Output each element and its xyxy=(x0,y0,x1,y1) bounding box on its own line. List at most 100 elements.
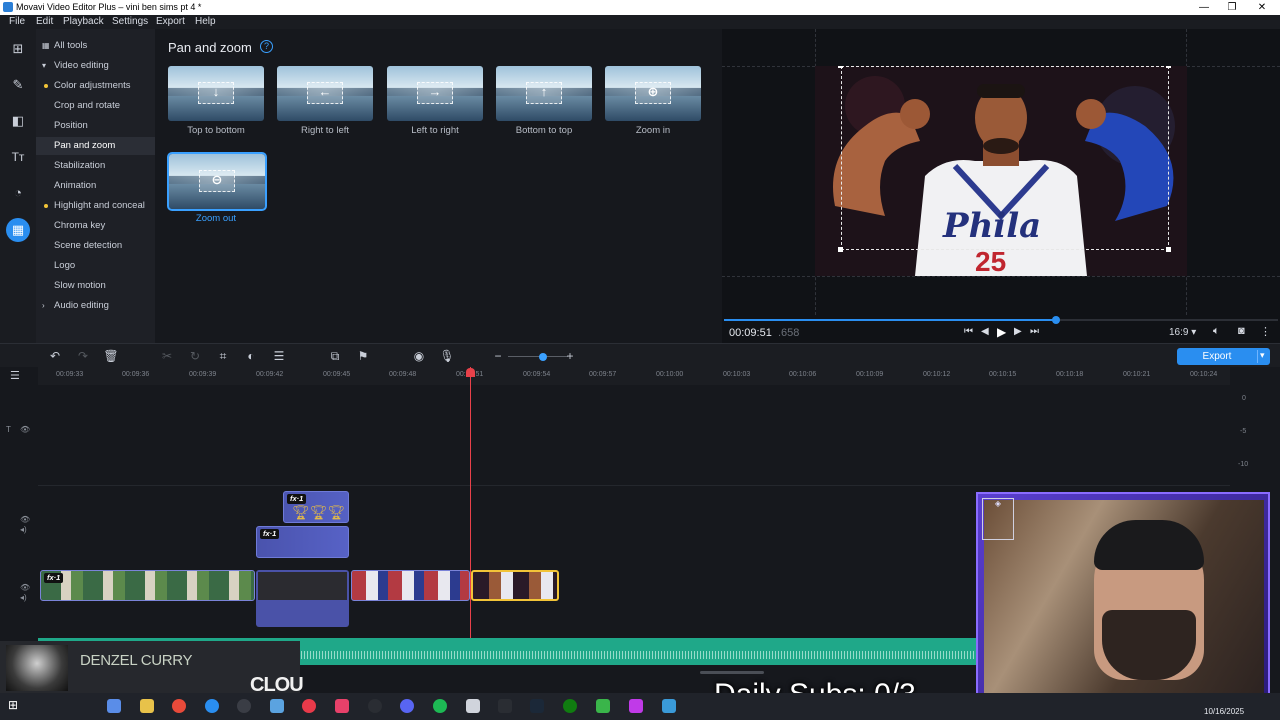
tool-scene-detection[interactable]: Scene detection xyxy=(36,237,155,255)
preset-left-to-right[interactable]: → xyxy=(387,66,483,121)
eye-icon[interactable]: 👁︎ xyxy=(20,515,30,524)
seek-handle[interactable] xyxy=(1052,316,1060,324)
tool-position[interactable]: Position xyxy=(36,117,155,135)
preset-right-to-left[interactable]: ← xyxy=(277,66,373,121)
chevron-down-icon[interactable]: ▾ xyxy=(1260,350,1265,361)
record-app-icon[interactable] xyxy=(302,699,316,713)
preset-top-to-bottom[interactable]: ↓ xyxy=(168,66,264,121)
app-icon[interactable] xyxy=(629,699,643,713)
help-icon[interactable]: ? xyxy=(260,40,273,53)
titles-icon[interactable]: Tт xyxy=(6,145,30,169)
preset-zoom-in[interactable]: ⊕ xyxy=(605,66,701,121)
color-icon[interactable]: ◐ xyxy=(243,349,259,363)
stickers-icon[interactable]: ◔ xyxy=(6,181,30,205)
step-forward-icon[interactable]: ▶ xyxy=(1014,326,1022,337)
add-track-icon[interactable]: ☰ xyxy=(10,369,20,382)
media-icon[interactable] xyxy=(237,699,251,713)
cut-icon[interactable]: ✂ xyxy=(159,349,175,363)
app-icon[interactable] xyxy=(596,699,610,713)
file-explorer-icon[interactable] xyxy=(140,699,154,713)
store-icon[interactable] xyxy=(466,699,480,713)
tool-chroma-key[interactable]: Chroma key xyxy=(36,217,155,235)
tool-crop-rotate[interactable]: Crop and rotate xyxy=(36,97,155,115)
tool-slow-motion[interactable]: Slow motion xyxy=(36,277,155,295)
preset-zoom-out[interactable]: ⊖ xyxy=(167,152,267,211)
tool-group-video-editing[interactable]: ▾ Video editing xyxy=(36,57,155,75)
crop-handle[interactable] xyxy=(1166,66,1171,68)
zoom-out-button[interactable]: − xyxy=(490,349,506,363)
playhead[interactable] xyxy=(470,367,471,652)
menu-file[interactable]: File xyxy=(9,16,25,27)
horizontal-scrollbar[interactable] xyxy=(700,671,764,674)
more-options-icon[interactable]: ⋮ xyxy=(1260,325,1271,338)
export-button[interactable]: Export ▾ xyxy=(1177,348,1270,365)
timeline-ruler[interactable]: 00:09:33 00:09:36 00:09:39 00:09:42 00:0… xyxy=(38,367,1230,385)
menu-settings[interactable]: Settings xyxy=(112,16,148,27)
video-clip-frogs[interactable]: fx·1 xyxy=(40,570,255,601)
mute-icon[interactable]: ◂) xyxy=(20,593,27,602)
undo-icon[interactable]: ↶ xyxy=(47,349,63,363)
menu-export[interactable]: Export xyxy=(156,16,185,27)
menu-edit[interactable]: Edit xyxy=(36,16,53,27)
mute-icon[interactable]: ◂) xyxy=(20,525,27,534)
zoom-slider-track[interactable] xyxy=(508,356,568,357)
zoom-in-button[interactable]: + xyxy=(562,349,578,363)
menu-playback[interactable]: Playback xyxy=(63,16,104,27)
redo-icon[interactable]: ↷ xyxy=(75,349,91,363)
more-tools-icon[interactable]: ▦ xyxy=(6,218,30,242)
skip-forward-icon[interactable]: ⏭ xyxy=(1030,326,1039,337)
maximize-button[interactable]: ❐ xyxy=(1218,0,1246,15)
edge-icon[interactable] xyxy=(205,699,219,713)
crop-icon[interactable]: ⌗ xyxy=(215,349,231,363)
copilot-icon[interactable] xyxy=(107,699,121,713)
steam-icon[interactable] xyxy=(530,699,544,713)
close-button[interactable]: ✕ xyxy=(1248,0,1276,15)
epic-games-icon[interactable] xyxy=(498,699,512,713)
delete-icon[interactable]: 🗑︎ xyxy=(103,349,119,363)
tiktok-icon[interactable] xyxy=(335,699,349,713)
crop-handle[interactable] xyxy=(1166,247,1171,252)
preset-bottom-to-top[interactable]: ↑ xyxy=(496,66,592,121)
snapshot-icon[interactable]: ◙ xyxy=(1238,325,1245,337)
playhead-handle[interactable] xyxy=(466,368,475,377)
discord-icon[interactable] xyxy=(400,699,414,713)
movavi-icon[interactable] xyxy=(270,699,284,713)
overlay-clip-player[interactable]: fx·1 xyxy=(256,526,349,558)
volume-icon[interactable]: 🔈︎ xyxy=(1213,325,1220,338)
aspect-ratio-select[interactable]: 16:9 ▾ xyxy=(1169,327,1196,338)
preview-frame[interactable]: Phila 25 xyxy=(815,66,1187,276)
tool-group-audio-editing[interactable]: › Audio editing xyxy=(36,297,155,315)
zoom-slider-handle[interactable] xyxy=(539,353,547,361)
skip-back-icon[interactable]: ⏮ xyxy=(964,326,973,337)
tool-all-tools[interactable]: ▦ All tools xyxy=(36,37,155,55)
xbox-icon[interactable] xyxy=(563,699,577,713)
clip-properties-icon[interactable]: ☰ xyxy=(271,349,287,363)
app-icon[interactable] xyxy=(662,699,676,713)
video-clip-selected[interactable] xyxy=(471,570,559,601)
blank-clip[interactable] xyxy=(256,570,349,627)
start-icon[interactable]: ⊞ xyxy=(8,698,18,712)
eye-icon[interactable]: 👁︎ xyxy=(20,425,30,434)
tool-stabilization[interactable]: Stabilization xyxy=(36,157,155,175)
record-icon[interactable]: ◉ xyxy=(411,349,427,363)
tool-logo[interactable]: Logo xyxy=(36,257,155,275)
crop-handle[interactable] xyxy=(838,66,843,68)
tool-color-adjustments[interactable]: Color adjustments xyxy=(36,77,155,95)
import-icon[interactable]: ⊞ xyxy=(6,37,30,61)
transitions-icon[interactable]: ◧ xyxy=(6,109,30,133)
tool-animation[interactable]: Animation xyxy=(36,177,155,195)
obs-icon[interactable] xyxy=(368,699,382,713)
overlay-icon[interactable]: ⧉ xyxy=(327,349,343,363)
chrome-icon[interactable] xyxy=(172,699,186,713)
play-icon[interactable]: ▶ xyxy=(997,325,1006,339)
microphone-icon[interactable]: 🎙︎ xyxy=(439,349,455,363)
menu-help[interactable]: Help xyxy=(195,16,216,27)
video-clip-game[interactable] xyxy=(351,570,470,601)
spotify-icon[interactable] xyxy=(433,699,447,713)
minimize-button[interactable]: — xyxy=(1190,0,1218,15)
tool-highlight-conceal[interactable]: Highlight and conceal xyxy=(36,197,155,215)
overlay-clip-trophies[interactable]: fx·1 🏆︎🏆︎🏆︎ xyxy=(283,491,349,523)
step-back-icon[interactable]: ◀ xyxy=(981,326,989,337)
marker-icon[interactable]: ⚑ xyxy=(355,349,371,363)
eye-icon[interactable]: 👁︎ xyxy=(20,583,30,592)
